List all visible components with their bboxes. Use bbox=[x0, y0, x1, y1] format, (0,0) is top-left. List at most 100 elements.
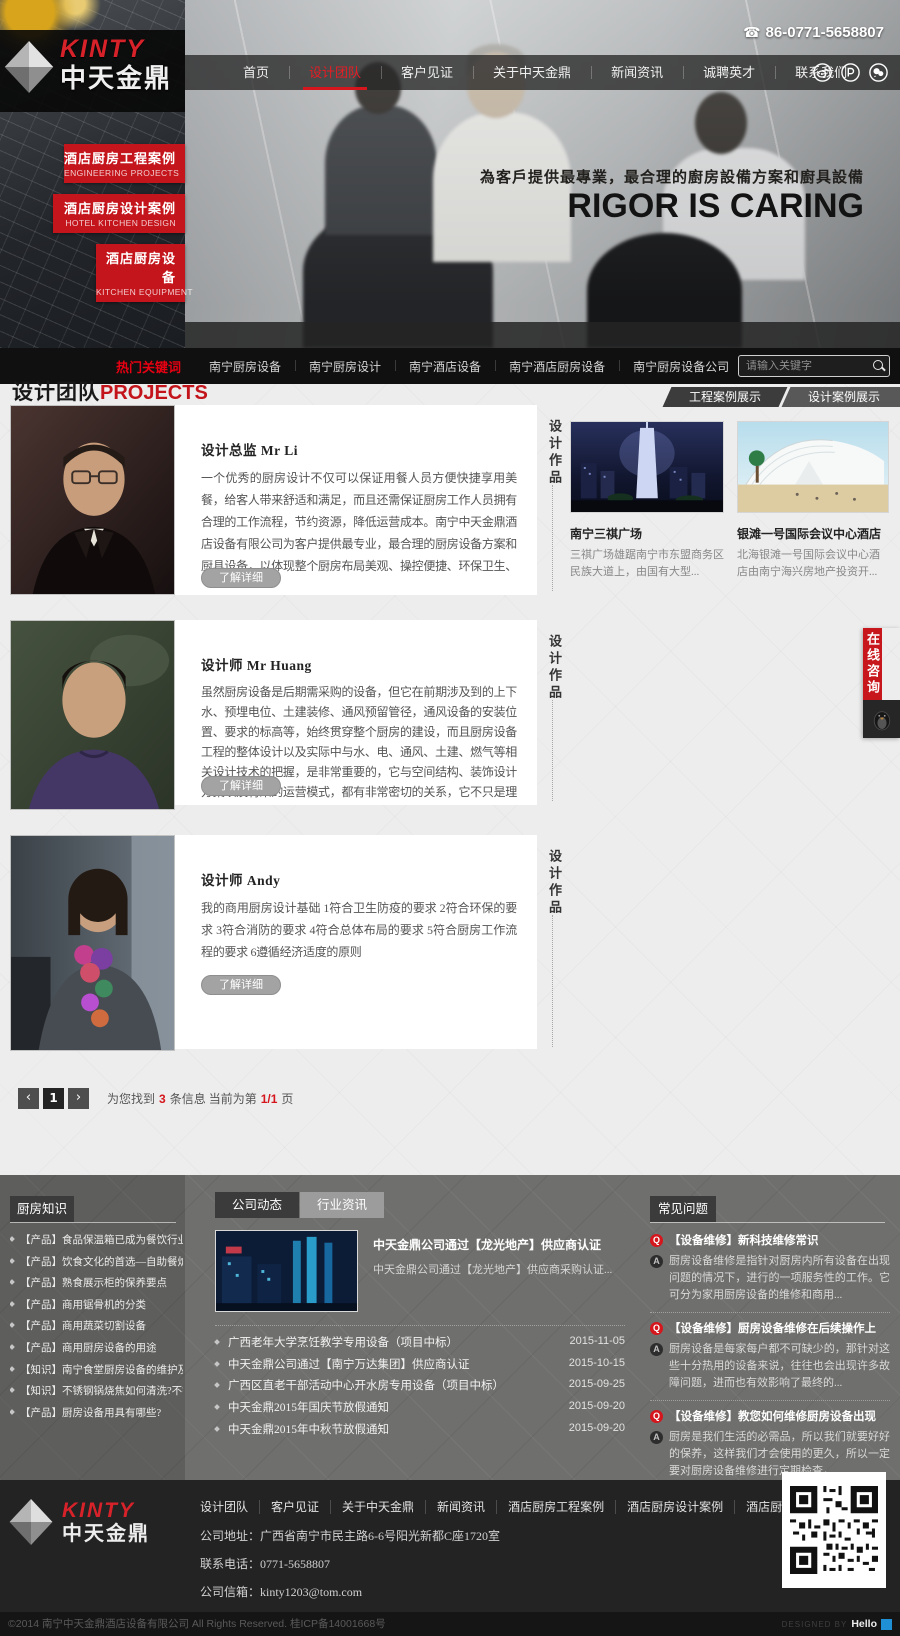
knowledge-item[interactable]: 【产品】饮食文化的首选—自助餐炉 bbox=[10, 1252, 183, 1274]
qq-penguin-icon[interactable] bbox=[863, 700, 900, 738]
sidebar-item-title: 酒店厨房设备 bbox=[96, 248, 176, 286]
faq-question[interactable]: Q 【设备维修】教您如何维修厨房设备出现 bbox=[650, 1408, 890, 1424]
page-title-en: PROJECTS bbox=[100, 382, 208, 404]
main-nav: 首页 设计团队 客户见证 关于中天金鼎 新闻资讯 诚聘英才 联系我们 bbox=[185, 55, 900, 90]
case-tabs: 工程案例展示 设计案例展示 bbox=[654, 387, 900, 407]
keyword-link[interactable]: 南宁厨房设备 bbox=[195, 358, 295, 375]
footer-address: 公司地址：广西省南宁市民主路6-6号阳光新都C座1720室 bbox=[200, 1527, 500, 1544]
diamond-bullet-icon bbox=[10, 1323, 15, 1329]
wechat-icon[interactable] bbox=[869, 63, 888, 82]
pagination-next-button[interactable]: › bbox=[68, 1088, 89, 1109]
pagination-found-prefix: 为您找到 bbox=[107, 1090, 155, 1107]
banner-person-silhouette bbox=[325, 105, 437, 235]
knowledge-item[interactable]: 【知识】南宁食堂厨房设备的维护及保 bbox=[10, 1360, 183, 1382]
detail-button[interactable]: 了解详细 bbox=[201, 568, 281, 588]
knowledge-item[interactable]: 【产品】商用蔬菜切割设备 bbox=[10, 1316, 183, 1338]
faq-answer: A 厨房设备是每家每户都不可缺少的，那针对这些十分热用的设备来说，往往也会出现许… bbox=[650, 1341, 890, 1392]
featured-news[interactable]: 中天金鼎公司通过【龙光地产】供应商认证 中天金鼎公司通过【龙光地产】供应商采购认… bbox=[215, 1230, 625, 1322]
knowledge-item[interactable]: 【产品】熟食展示柜的保养要点 bbox=[10, 1273, 183, 1295]
works-column: 设计作品 bbox=[545, 620, 882, 805]
search-input[interactable] bbox=[739, 360, 871, 372]
works-label: 设计作品 bbox=[545, 634, 564, 702]
designer-panel: 设计师 Mr Huang 虽然厨房设备是后期需采购的设备，但它在前期涉及到的上下… bbox=[175, 620, 537, 805]
designer-photo bbox=[10, 620, 175, 810]
keyword-link[interactable]: 南宁厨房设计 bbox=[295, 358, 395, 375]
online-consult-tab[interactable]: 在线咨询 bbox=[863, 628, 900, 738]
logo-area[interactable]: KINTY 中天金鼎 bbox=[0, 30, 185, 112]
slogan-en: RIGOR IS CARING bbox=[480, 189, 864, 225]
nav-item-careers[interactable]: 诚聘英才 bbox=[683, 55, 775, 90]
news-column: 公司动态 行业资讯 中天金 bbox=[205, 1175, 625, 1480]
news-row[interactable]: 中天金鼎2015年中秋节放假通知2015-09-20 bbox=[215, 1418, 625, 1440]
news-row[interactable]: 中天金鼎公司通过【南宁万达集团】供应商认证2015-10-15 bbox=[215, 1353, 625, 1375]
project-description: 三祺广场雄踞南宁市东盟商务区民族大道上，由国有大型... bbox=[570, 547, 724, 581]
nav-item-home[interactable]: 首页 bbox=[223, 55, 289, 90]
news-row[interactable]: 广西区直老干部活动中心开水房专用设备（项目中标）2015-09-25 bbox=[215, 1374, 625, 1396]
address-value: 广西省南宁市民主路6-6号阳光新都C座1720室 bbox=[260, 1529, 500, 1543]
sidebar-item-kitchen-equipment[interactable]: 酒店厨房设备 KITCHEN EQUIPMENT bbox=[96, 244, 185, 302]
diamond-bullet-icon bbox=[214, 1383, 220, 1389]
designer-credit[interactable]: DESIGNED BY Hello bbox=[782, 1612, 892, 1636]
faq-question[interactable]: Q 【设备维修】厨房设备维修在后续操作上 bbox=[650, 1320, 890, 1336]
tab-industry-news[interactable]: 行业资讯 bbox=[300, 1192, 384, 1218]
diamond-bullet-icon bbox=[214, 1426, 220, 1432]
nav-item-design-team[interactable]: 设计团队 bbox=[289, 55, 381, 90]
knowledge-item[interactable]: 【知识】不锈钢锅烧焦如何清洗?不锈钢 bbox=[10, 1381, 183, 1403]
keyword-link[interactable]: 南宁酒店设备 bbox=[395, 358, 495, 375]
knowledge-item[interactable]: 【产品】商用锯骨机的分类 bbox=[10, 1295, 183, 1317]
project-title: 银滩一号国际会议中心酒店 bbox=[737, 525, 889, 542]
sidebar-menu: 酒店厨房工程案例 ENGINEERING PROJECTS 酒店厨房设计案例 H… bbox=[0, 144, 185, 313]
sidebar-item-subtitle: HOTEL KITCHEN DESIGN bbox=[53, 218, 176, 228]
footer-link[interactable]: 客户见证 bbox=[260, 1500, 331, 1514]
banner-person-silhouette bbox=[695, 92, 747, 154]
project-card-sanqi-plaza[interactable]: 南宁三祺广场 三祺广场雄踞南宁市东盟商务区民族大道上，由国有大型... bbox=[570, 421, 724, 581]
hot-keywords-bar: 热门关键词 南宁厨房设备 南宁厨房设计 南宁酒店设备 南宁酒店厨房设备 南宁厨房… bbox=[0, 348, 900, 384]
sidebar-item-kitchen-design[interactable]: 酒店厨房设计案例 HOTEL KITCHEN DESIGN bbox=[53, 194, 185, 233]
answer-icon: A bbox=[650, 1431, 663, 1444]
tab-engineering-cases[interactable]: 工程案例展示 bbox=[663, 387, 788, 407]
tab-design-cases[interactable]: 设计案例展示 bbox=[782, 387, 900, 407]
sidebar-item-title: 酒店厨房设计案例 bbox=[53, 198, 176, 217]
project-image bbox=[737, 421, 889, 513]
designer-name-label: Hello bbox=[851, 1618, 877, 1630]
skype-icon[interactable] bbox=[841, 63, 860, 82]
knowledge-item[interactable]: 【产品】食品保温箱已成为餐饮行业的 bbox=[10, 1230, 183, 1252]
phone-number: 86-0771-5658807 bbox=[766, 24, 884, 41]
footer-link[interactable]: 酒店厨房设计案例 bbox=[616, 1500, 735, 1514]
designer-name: 设计总监 Mr Li bbox=[201, 439, 517, 459]
nav-item-about[interactable]: 关于中天金鼎 bbox=[473, 55, 591, 90]
kitchen-knowledge-title: 厨房知识 bbox=[10, 1196, 74, 1222]
keyword-links: 南宁厨房设备 南宁厨房设计 南宁酒店设备 南宁酒店厨房设备 南宁厨房设备公司 bbox=[195, 358, 743, 375]
footer-link[interactable]: 酒店厨房工程案例 bbox=[497, 1500, 616, 1514]
online-consult-label[interactable]: 在线咨询 bbox=[863, 628, 882, 700]
designer-panel: 设计总监 Mr Li 一个优秀的厨房设计不仅可以保证用餐人员方便快捷享用美餐，给… bbox=[175, 405, 537, 595]
keyword-link[interactable]: 南宁厨房设备公司 bbox=[619, 358, 743, 375]
nav-item-news[interactable]: 新闻资讯 bbox=[591, 55, 683, 90]
banner-slogan: 為客戶提供最專業，最合理的廚房設備方案和廚具設備 RIGOR IS CARING bbox=[480, 166, 864, 225]
pagination-prev-button[interactable]: ‹ bbox=[18, 1088, 39, 1109]
faq-question[interactable]: Q 【设备维修】新科技维修常识 bbox=[650, 1232, 890, 1248]
search-icon[interactable] bbox=[871, 358, 889, 374]
designer-photo bbox=[10, 405, 175, 595]
sidebar-item-engineering-projects[interactable]: 酒店厨房工程案例 ENGINEERING PROJECTS bbox=[64, 144, 185, 183]
keyword-link[interactable]: 南宁酒店厨房设备 bbox=[495, 358, 619, 375]
footer-link[interactable]: 新闻资讯 bbox=[426, 1500, 497, 1514]
pagination-current-page[interactable]: 1 bbox=[43, 1088, 64, 1109]
footer-link[interactable]: 设计团队 bbox=[200, 1500, 260, 1514]
footer-link[interactable]: 关于中天金鼎 bbox=[331, 1500, 426, 1514]
diamond-bullet-icon bbox=[10, 1387, 15, 1393]
detail-button[interactable]: 了解详细 bbox=[201, 975, 281, 995]
news-row[interactable]: 中天金鼎2015年国庆节放假通知2015-09-20 bbox=[215, 1396, 625, 1418]
featured-news-title[interactable]: 中天金鼎公司通过【龙光地产】供应商认证 bbox=[373, 1236, 601, 1253]
weibo-icon[interactable] bbox=[813, 63, 832, 82]
knowledge-item[interactable]: 【产品】厨房设备用具有哪些? bbox=[10, 1403, 183, 1425]
nav-item-testimonials[interactable]: 客户见证 bbox=[381, 55, 473, 90]
works-column: 设计作品 bbox=[545, 405, 882, 595]
project-card-yintan-hotel[interactable]: 银滩一号国际会议中心酒店 北海银滩一号国际会议中心酒店由南宁海兴房地产投资开..… bbox=[737, 421, 889, 581]
faq-title: 常见问题 bbox=[650, 1196, 716, 1222]
knowledge-item[interactable]: 【产品】商用厨房设备的用途 bbox=[10, 1338, 183, 1360]
page-title: 设计团队PROJECTS bbox=[12, 380, 208, 408]
tab-company-news[interactable]: 公司动态 bbox=[215, 1192, 299, 1218]
news-row[interactable]: 广西老年大学烹饪教学专用设备（项目中标）2015-11-05 bbox=[215, 1331, 625, 1353]
detail-button[interactable]: 了解详细 bbox=[201, 776, 281, 796]
